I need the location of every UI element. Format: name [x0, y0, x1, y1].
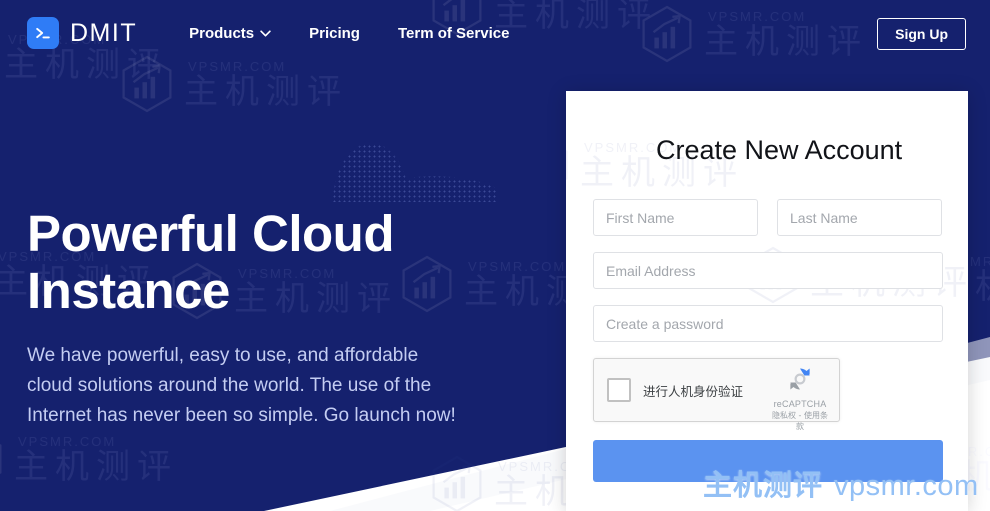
nav-label: Pricing: [309, 24, 360, 42]
nav-label: Products: [189, 24, 255, 42]
recaptcha-terms[interactable]: 隐私权 - 使用条款: [769, 410, 831, 432]
terminal-prompt-icon: [27, 17, 59, 49]
hero-section: Powerful Cloud Instance We have powerful…: [27, 205, 457, 431]
halftone-hill-decoration: [287, 104, 497, 202]
nav-label: Term of Service: [397, 24, 510, 42]
hero-title-line1: Powerful Cloud: [27, 205, 394, 262]
foreground-watermark-en: vpsmr.com: [834, 470, 979, 502]
password-input[interactable]: Create a password: [593, 305, 943, 342]
signup-button[interactable]: Sign Up: [877, 18, 966, 50]
card-title: Create New Account: [656, 135, 903, 165]
nav-item-term-of-service[interactable]: Term of Service: [398, 25, 509, 42]
page-title: Powerful Cloud Instance: [27, 205, 457, 319]
hexagon-chart-icon: [566, 149, 568, 181]
hero-paragraph: We have powerful, easy to use, and affor…: [27, 345, 456, 427]
recaptcha-widget[interactable]: 进行人机身份验证 reCAPTCHA 隐私权 - 使用条款: [593, 358, 840, 431]
chevron-down-icon: [260, 29, 271, 37]
site-header: DMIT Products Pricing Term of Service Si…: [0, 0, 990, 66]
email-input[interactable]: Email Address: [593, 252, 943, 289]
recaptcha-label: 进行人机身份验证: [643, 383, 744, 399]
foreground-watermark-cn: 主机测评: [703, 468, 824, 502]
nav-item-products[interactable]: Products: [189, 25, 271, 42]
terminal-glyph: [36, 27, 50, 39]
recaptcha-branding: reCAPTCHA 隐私权 - 使用条款: [769, 365, 831, 432]
brand-logo[interactable]: DMIT: [27, 17, 137, 49]
brand-name: DMIT: [70, 18, 138, 47]
first-name-input[interactable]: First Name: [593, 199, 758, 236]
name-row: First Name Last Name: [593, 199, 943, 252]
nav-item-pricing[interactable]: Pricing: [309, 25, 360, 42]
last-name-input[interactable]: Last Name: [777, 199, 942, 236]
signup-form: First Name Last Name Email Address Creat…: [593, 199, 943, 487]
recaptcha-checkbox[interactable]: [607, 378, 631, 402]
recaptcha-arrows-icon: [790, 368, 810, 390]
page-root: VPSMR.COM 主机测评 VPSMR.COM 主机测评: [0, 0, 990, 511]
recaptcha-brand: reCAPTCHA: [773, 399, 827, 409]
signup-card: VPSMR.COM 主机测评 VPSMR.COM 主机测评: [566, 91, 968, 511]
foreground-watermark: 主机测评 vpsmr.com: [703, 462, 979, 504]
hero-title-line2: Instance: [27, 262, 230, 320]
main-nav: Products Pricing Term of Service: [189, 25, 509, 42]
